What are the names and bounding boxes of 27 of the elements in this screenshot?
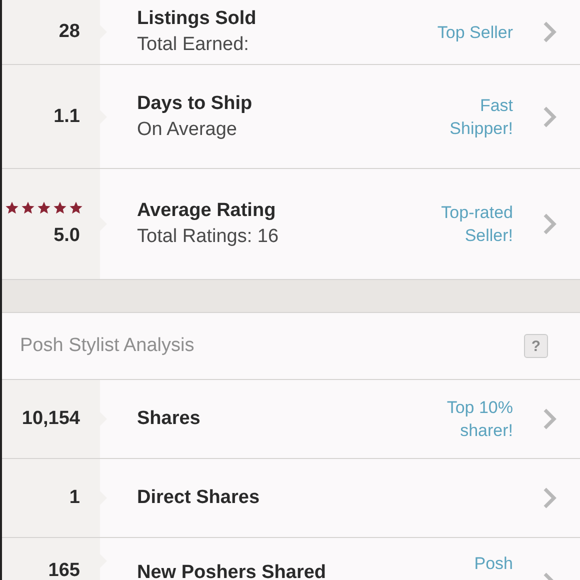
achievement-label: Top-rated Seller! [440,202,513,247]
achievement-label: Posh [473,553,513,575]
stat-title: Average Rating [137,200,277,222]
stat-subtitle: Total Earned: [137,34,250,56]
chevron-right-icon[interactable] [543,213,557,235]
stat-title: Direct Shares [137,487,261,509]
chevron-right-icon[interactable] [543,106,557,128]
stat-value: 5.0 [54,225,80,247]
stat-value: 165 [48,560,80,580]
stat-subtitle: Total Ratings: 16 [137,226,280,248]
stat-value: 28 [58,21,80,43]
stat-value: 1 [69,487,80,509]
section-title: Posh Stylist Analysis [20,335,194,357]
stat-title: Days to Ship [137,92,254,114]
chevron-right-icon[interactable] [543,408,557,430]
stat-title: Shares [137,408,202,430]
chevron-right-icon[interactable] [543,487,557,509]
stat-subtitle: On Average [137,118,238,140]
achievement-label: Top 10% sharer! [446,397,513,442]
help-button[interactable]: ? [524,334,548,358]
stat-title: New Poshers Shared [137,562,328,580]
achievement-label: Top Seller [436,22,513,44]
stat-value: 10,154 [22,408,80,430]
achievement-label: Fast Shipper! [448,94,513,140]
stat-title: Listings Sold [137,8,258,30]
chevron-right-icon[interactable] [543,21,557,43]
stat-value: 1.1 [54,106,80,128]
